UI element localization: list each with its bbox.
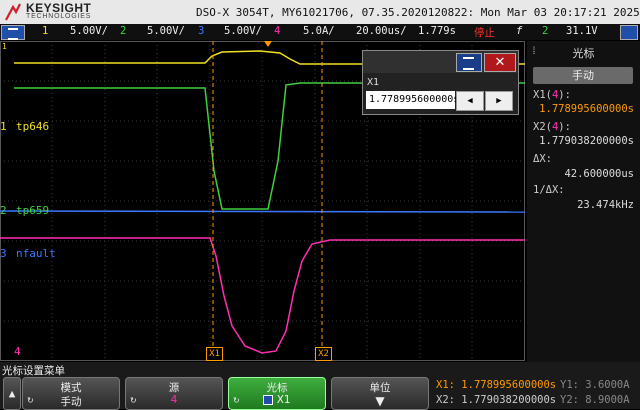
source-softkey[interactable]: 源 4 ↻ [125, 377, 223, 410]
cursor-softkey-value-row: X1 [229, 394, 325, 406]
x1-value-field[interactable]: 1.778995600000s [366, 91, 459, 109]
sidebar-toggle-button[interactable] [620, 25, 638, 40]
ch1-ground-marker[interactable]: 1 [0, 120, 7, 133]
time-delay[interactable]: 1.779s [418, 25, 456, 37]
cursor-softkey-label: 光标 [266, 382, 288, 394]
ch2-number[interactable]: 2 [120, 25, 126, 37]
cursor-softkey-value: X1 [276, 394, 291, 406]
ch2-ground-marker[interactable]: 2 [0, 204, 7, 217]
cursor-x1-marker[interactable]: X1 [206, 347, 223, 361]
keysight-logo-icon [5, 3, 21, 21]
cursor-mode-button[interactable]: 手动 [533, 67, 633, 84]
ch3-waveform-label: nfault [16, 247, 56, 260]
back-arrow-icon[interactable]: ▲ [3, 377, 21, 410]
trigger-level[interactable]: 31.1V [566, 25, 598, 37]
ch4-ground-marker[interactable]: 4 [14, 345, 21, 358]
cursor-softkey[interactable]: 光标 X1 ↻ [228, 377, 326, 410]
dialog-title: X1 [367, 77, 380, 88]
x1-readout-value: 1.778995600000s [539, 103, 634, 115]
ch4-scale[interactable]: 5.0A/ [303, 25, 335, 37]
timebase-scale[interactable]: 20.00us/ [356, 25, 407, 37]
channel-status-bar: 1 5.00V/ 2 5.00V/ 3 5.00V/ 4 5.0A/ 20.00… [0, 24, 640, 40]
delta-x-value: 42.600000us [564, 168, 634, 180]
cursor-select-icon [263, 395, 274, 405]
mode-softkey-value: 手动 [60, 396, 82, 408]
rotate-knob-icon: ↻ [27, 396, 34, 405]
cursor-x2-marker[interactable]: X2 [315, 347, 332, 361]
readout-y2: Y2: 8.9000A [560, 394, 630, 406]
x2-readout-label: X2(4): [533, 121, 571, 133]
source-softkey-value: 4 [170, 394, 178, 406]
instrument-info: DSO-X 3054T, MY61021706, 07.35.202012082… [196, 6, 640, 19]
delta-x-label: ΔX: [533, 153, 552, 165]
ch3-ground-marker[interactable]: 3 [0, 247, 7, 260]
dialog-menu-button[interactable] [456, 53, 482, 72]
units-softkey[interactable]: 单位 ▼ [331, 377, 429, 410]
ch2-waveform-label: tp659 [16, 204, 50, 217]
units-softkey-label: 单位 [369, 382, 391, 394]
ch1-number[interactable]: 1 [42, 25, 48, 37]
down-arrow-icon: ▼ [375, 394, 385, 408]
mode-softkey-label: 模式 [60, 382, 82, 394]
svg-text:1: 1 [2, 42, 7, 51]
rotate-knob-icon: ↻ [233, 396, 240, 405]
close-icon[interactable]: ✕ [484, 53, 516, 72]
cursor-sidebar: ⁞ 光标 手动 X1(4): 1.778995600000s X2(4): 1.… [527, 41, 640, 371]
readout-y1: Y1: 3.6000A [560, 379, 630, 391]
menu-button[interactable] [1, 25, 25, 40]
ch1-waveform-label: tp646 [16, 120, 50, 133]
readout-x2: X2: 1.779038200000s [436, 394, 557, 406]
trigger-source[interactable]: 2 [542, 25, 548, 37]
ch3-number[interactable]: 3 [198, 25, 204, 37]
run-stop-status: 停止 [474, 27, 495, 39]
ch2-scale[interactable]: 5.00V/ [147, 25, 185, 37]
cursor-readout-panel: X1: 1.778995600000s X2: 1.779038200000s … [434, 377, 640, 409]
inv-delta-x-label: 1/ΔX: [533, 184, 565, 196]
cursor-x1-dialog: ✕ X1 1.778995600000s ◀ ▶ [362, 50, 519, 115]
mode-softkey[interactable]: 模式 手动 ↻ [22, 377, 120, 410]
inv-delta-x-value: 23.474kHz [577, 199, 634, 211]
increment-arrow-icon[interactable]: ▶ [485, 91, 513, 111]
x2-readout-value: 1.779038200000s [539, 135, 634, 147]
title-bar: KEYSIGHT TECHNOLOGIES DSO-X 3054T, MY610… [0, 0, 640, 24]
sidebar-title: 光标 [572, 47, 595, 60]
readout-x1: X1: 1.778995600000s [436, 379, 557, 391]
x1-readout-label: X1(4): [533, 89, 571, 101]
ch1-scale[interactable]: 5.00V/ [70, 25, 108, 37]
softkey-menu-title: 光标设置菜单 [2, 365, 65, 377]
brand-subtitle: TECHNOLOGIES [26, 13, 92, 20]
trigger-slope-icon: f [516, 25, 523, 37]
source-softkey-label: 源 [168, 382, 180, 394]
rotate-knob-icon: ↻ [130, 396, 137, 405]
ch4-number[interactable]: 4 [274, 25, 280, 37]
decrement-arrow-icon[interactable]: ◀ [456, 91, 484, 111]
ch3-scale[interactable]: 5.00V/ [224, 25, 262, 37]
